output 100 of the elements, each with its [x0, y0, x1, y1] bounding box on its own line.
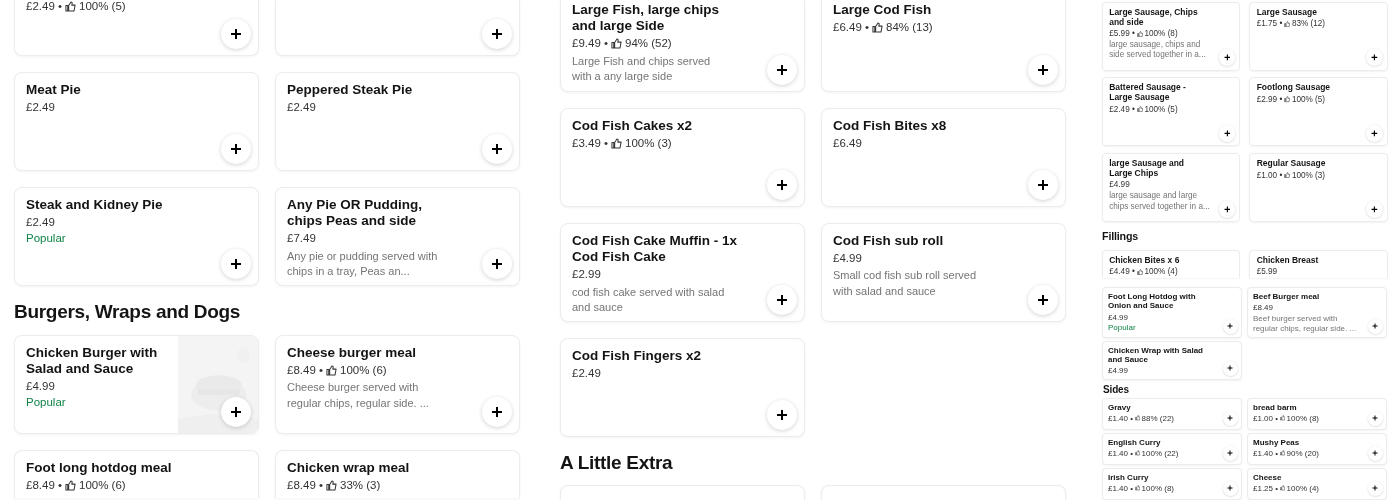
- thumbs-up-icon: [326, 365, 337, 377]
- add-button[interactable]: [1028, 285, 1058, 315]
- add-button[interactable]: [767, 170, 797, 200]
- item-price: £1.25 •: [1253, 483, 1279, 493]
- item-price: £1.75 •: [1256, 19, 1283, 29]
- item-price: £7.49: [287, 232, 316, 246]
- add-button[interactable]: [221, 134, 251, 164]
- item-title: Any Pie OR Pudding, chips Peas and side: [287, 197, 423, 230]
- thumbs-up-icon: [611, 138, 622, 150]
- item-rating: 84% (13): [886, 21, 933, 35]
- menu-item-card[interactable]: Mushy Peas £1.40 • 90% (20): [1247, 432, 1387, 465]
- item-title: Cheese: [1253, 472, 1282, 483]
- item-price: £1.40 •: [1108, 413, 1134, 423]
- item-price: £8.49 •: [26, 479, 62, 493]
- item-rating: 100% (4): [1144, 267, 1178, 277]
- add-button[interactable]: [1366, 200, 1383, 218]
- item-rating: 100% (6): [340, 364, 387, 378]
- item-price: £4.99: [1109, 180, 1130, 190]
- item-price: £4.49 •: [1109, 267, 1135, 277]
- add-button[interactable]: [482, 19, 512, 49]
- menu-item-card[interactable]: Regular Sausage £1.00 • 100% (3): [1249, 153, 1388, 222]
- item-title: Cod Fish Cake Muffin - 1x Cod Fish Cake: [572, 233, 738, 266]
- add-button[interactable]: [482, 396, 512, 427]
- item-title: Cod Fish Fingers x2: [572, 348, 702, 365]
- menu-item-card[interactable]: Large Cod Fish £6.49 • 84% (13): [821, 0, 1066, 92]
- item-rating: 88% (22): [1141, 413, 1174, 423]
- menu-item-card[interactable]: Chicken Burger with Salad and Sauce £4.99 Popular: [14, 334, 259, 434]
- item-rating: 83% (12): [1291, 19, 1326, 29]
- add-button[interactable]: [1028, 170, 1058, 200]
- item-title: English Curry: [1108, 437, 1161, 448]
- item-rating: 100% (3): [1291, 170, 1326, 180]
- menu-item-card[interactable]: bread barm £1.00 • 100% (8): [1247, 397, 1387, 430]
- add-button[interactable]: [767, 55, 797, 85]
- item-rating: 100% (22): [1141, 448, 1179, 458]
- item-title: Battered Sausage - Large Sausage: [1109, 83, 1187, 103]
- item-description: Large Fish and chips served with a any large side: [572, 53, 712, 84]
- menu-item-card[interactable]: Cod Fish Bites x8 £6.49: [821, 108, 1066, 207]
- item-price: £2.99: [572, 268, 601, 282]
- menu-item-card[interactable]: Large Sausage £1.75 • 83% (12): [1249, 1, 1388, 71]
- menu-item-card[interactable]: £2.49 • 100% (5): [14, 0, 259, 56]
- add-button[interactable]: [1366, 49, 1383, 67]
- plus-icon: [776, 64, 788, 76]
- add-button[interactable]: [1218, 49, 1236, 67]
- item-title: Peppered Steak Pie: [287, 82, 413, 99]
- add-button[interactable]: [1218, 125, 1236, 142]
- item-title: bread barm: [1253, 402, 1297, 413]
- popular-label: Popular: [1108, 323, 1136, 333]
- thumbs-up-icon: [872, 22, 883, 34]
- menu-item-card[interactable]: Battered Sausage - Large Sausage £2.49 • 100% (5): [1102, 77, 1241, 147]
- item-price: £5.99 •: [1109, 28, 1135, 39]
- menu-item-card[interactable]: Any Pie OR Pudding, chips Peas and side £7.49 Any pie or pudding served with chips in a tray, Peas an...: [275, 187, 520, 286]
- menu-item-card[interactable]: Large Sausage, Chips and side £5.99 • 100% (8) large sausage, chips and side served together in a...: [1102, 1, 1241, 71]
- add-button[interactable]: [1028, 55, 1058, 85]
- menu-item-card[interactable]: Cod Fish Fingers x2 £2.49: [560, 338, 805, 437]
- thumbs-up-icon: [326, 480, 337, 492]
- menu-item-card[interactable]: Meat Pie £2.49: [14, 72, 259, 171]
- item-price: £2.49 •: [26, 0, 62, 14]
- add-button[interactable]: [482, 134, 512, 164]
- menu-item-card[interactable]: Chicken Wrap with Salad and Sauce £4.99: [1102, 340, 1242, 380]
- menu-item-card[interactable]: Chicken Breast £5.99: [1249, 249, 1388, 278]
- menu-item-card[interactable]: Foot Long Hotdog with Onion and Sauce £4.99 Popular: [1102, 286, 1242, 338]
- thumbs-up-icon: [65, 480, 76, 492]
- menu-item-card[interactable]: Foot long hotdog meal £8.49 • 100% (6): [14, 449, 259, 498]
- menu-item-card[interactable]: Chicken wrap meal £8.49 • 33% (3): [275, 449, 520, 498]
- menu-item-card[interactable]: Cheese burger meal £8.49 • 100% (6) Cheese burger served with regular chips, regular side. ...: [275, 334, 520, 434]
- menu-item-card[interactable]: large Sausage and Large Chips £4.99 large sausage and large chips served together in a...: [1102, 153, 1241, 222]
- item-rating: 33% (3): [340, 479, 381, 493]
- menu-item-card[interactable]: Gravy £1.40 • 88% (22): [1102, 397, 1242, 430]
- item-rating: 94% (52): [625, 37, 672, 51]
- menu-item-card[interactable]: Large Fish, large chips and large Side £9.49 • 94% (52) Large Fish and chips served with a any large side: [560, 0, 805, 92]
- menu-item-card[interactable]: Cheese £1.25 • 100% (4): [1247, 467, 1387, 500]
- add-button[interactable]: [221, 249, 251, 279]
- add-button[interactable]: [221, 19, 251, 49]
- item-price: £1.40 •: [1253, 448, 1279, 458]
- item-title: Large Sausage: [1256, 7, 1317, 18]
- add-button[interactable]: [767, 400, 797, 430]
- menu-item-card[interactable]: Chicken Bites x 6 £4.49 • 100% (4): [1102, 249, 1241, 278]
- item-price: £1.40 •: [1108, 448, 1134, 458]
- add-button[interactable]: [767, 285, 797, 315]
- item-title: Foot Long Hotdog with Onion and Sauce: [1108, 291, 1197, 312]
- menu-item-card[interactable]: Irish Curry £1.40 • 100% (8): [1102, 467, 1242, 500]
- item-description: cod fish cake served with salad and sauce: [572, 284, 726, 315]
- plus-icon: [1037, 179, 1049, 191]
- item-description: large sausage and large chips served together in a...: [1109, 191, 1211, 212]
- item-title: Cod Fish sub roll: [833, 233, 944, 250]
- menu-item-card[interactable]: Cod Fish Cakes x2 £3.49 • 100% (3): [560, 108, 805, 207]
- menu-item-card[interactable]: Peppered Steak Pie £2.49: [275, 72, 520, 171]
- menu-item-card[interactable]: Cod Fish sub roll £4.99 Small cod fish sub roll served with salad and sauce: [821, 223, 1066, 322]
- menu-item-card[interactable]: English Curry £1.40 • 100% (22): [1102, 432, 1242, 465]
- menu-item-card[interactable]: Steak and Kidney Pie £2.49 Popular: [14, 187, 259, 286]
- menu-item-card[interactable]: Footlong Sausage £2.99 • 100% (5): [1249, 77, 1388, 147]
- item-title: Chicken Bites x 6: [1109, 255, 1180, 266]
- item-rating: 100% (5): [1144, 104, 1178, 114]
- add-button[interactable]: [482, 249, 512, 279]
- add-button[interactable]: [1218, 200, 1236, 218]
- menu-item-card[interactable]: Beef Burger meal £8.49 Beef burger served with regular chips, regular side. ...: [1247, 286, 1387, 338]
- add-button[interactable]: [1366, 125, 1383, 142]
- menu-item-card[interactable]: Cod Fish Cake Muffin - 1x Cod Fish Cake £2.99 cod fish cake served with salad and sauce: [560, 223, 805, 322]
- item-title: Large Cod Fish: [833, 2, 932, 19]
- item-title: Chicken Breast: [1256, 255, 1319, 266]
